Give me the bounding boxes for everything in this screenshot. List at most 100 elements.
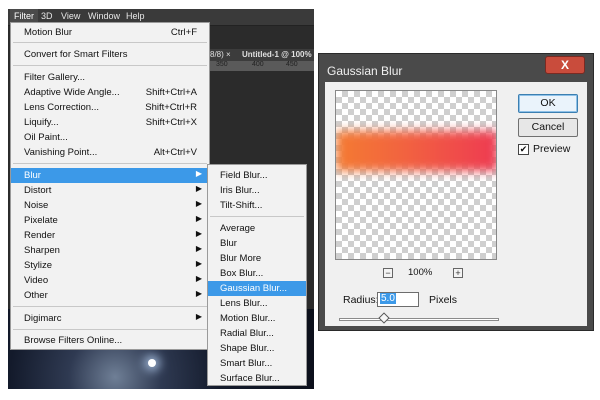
ruler-tick: 350 [216, 61, 228, 68]
submenu-item-tilt-shift[interactable]: Tilt-Shift... [208, 198, 306, 213]
horizontal-ruler: 350 400 450 [208, 61, 314, 71]
menu-item-video[interactable]: Video ▶ [11, 273, 209, 288]
submenu-item-lens-blur[interactable]: Lens Blur... [208, 296, 306, 311]
menu-item-browse-filters-online[interactable]: Browse Filters Online... [11, 333, 209, 348]
menu-item-blur[interactable]: Blur ▶ [11, 168, 209, 183]
menu-item-label: Radial Blur... [220, 328, 274, 339]
radius-value: 5.0 [380, 293, 396, 304]
filter-preview[interactable] [335, 90, 497, 260]
menu-item-vanishing-point[interactable]: Vanishing Point... Alt+Ctrl+V [11, 145, 209, 160]
submenu-item-radial-blur[interactable]: Radial Blur... [208, 326, 306, 341]
submenu-item-shape-blur[interactable]: Shape Blur... [208, 341, 306, 356]
menu-separator [13, 42, 207, 43]
submenu-item-gaussian-blur[interactable]: Gaussian Blur... [208, 281, 306, 296]
filter-menu: Motion Blur Ctrl+F Convert for Smart Fil… [10, 22, 210, 350]
zoom-in-button[interactable]: + [453, 268, 463, 278]
submenu-item-average[interactable]: Average [208, 221, 306, 236]
menu-item-label: Blur [220, 238, 237, 249]
submenu-arrow-icon: ▶ [195, 259, 202, 268]
submenu-item-blur-more[interactable]: Blur More [208, 251, 306, 266]
menu-view[interactable]: View [61, 11, 80, 21]
menu-item-convert-smart-filters[interactable]: Convert for Smart Filters [11, 47, 209, 62]
radius-slider[interactable] [339, 312, 499, 324]
submenu-arrow-icon: ▶ [195, 169, 202, 178]
menu-item-shortcut: Alt+Ctrl+V [153, 147, 197, 158]
menu-separator [13, 163, 207, 164]
radius-row: Radius: 5.0 Pixels [343, 292, 483, 308]
menu-item-stylize[interactable]: Stylize ▶ [11, 258, 209, 273]
preview-zoom-controls: − 100% + [383, 267, 463, 280]
submenu-item-iris-blur[interactable]: Iris Blur... [208, 183, 306, 198]
submenu-item-field-blur[interactable]: Field Blur... [208, 168, 306, 183]
menu-item-label: Gaussian Blur... [220, 283, 288, 294]
submenu-arrow-icon: ▶ [195, 244, 202, 253]
menu-item-label: Noise [24, 200, 49, 211]
menu-item-shortcut: Shift+Ctrl+A [145, 87, 197, 98]
menu-window[interactable]: Window [88, 11, 120, 21]
menu-item-digimarc[interactable]: Digimarc ▶ [11, 311, 209, 326]
gaussian-blur-dialog: Gaussian Blur X − 100% + OK Cancel ✔ Pre… [318, 53, 594, 331]
submenu-item-blur[interactable]: Blur [208, 236, 306, 251]
menu-item-oil-paint[interactable]: Oil Paint... [11, 130, 209, 145]
radius-label: Radius: [343, 294, 379, 306]
menu-item-adaptive-wide-angle[interactable]: Adaptive Wide Angle... Shift+Ctrl+A [11, 85, 209, 100]
submenu-item-smart-blur[interactable]: Smart Blur... [208, 356, 306, 371]
slider-track [339, 318, 499, 321]
menu-item-render[interactable]: Render ▶ [11, 228, 209, 243]
menu-item-last-filter[interactable]: Motion Blur Ctrl+F [11, 25, 209, 40]
ok-button[interactable]: OK [518, 94, 578, 113]
menu-item-sharpen[interactable]: Sharpen ▶ [11, 243, 209, 258]
menu-item-label: Oil Paint... [24, 132, 68, 143]
document-tabs: 8/8) × Untitled-1 @ 100% [208, 49, 314, 61]
menu-item-label: Tilt-Shift... [220, 200, 263, 211]
cancel-button[interactable]: Cancel [518, 118, 578, 137]
menu-item-label: Motion Blur [24, 27, 73, 38]
menu-item-label: Pixelate [24, 215, 58, 226]
menu-item-label: Field Blur... [220, 170, 268, 181]
menu-item-lens-correction[interactable]: Lens Correction... Shift+Ctrl+R [11, 100, 209, 115]
menu-item-liquify[interactable]: Liquify... Shift+Ctrl+X [11, 115, 209, 130]
preview-checkbox-label: Preview [533, 143, 571, 155]
menu-item-label: Surface Blur... [220, 373, 280, 384]
zoom-out-button[interactable]: − [383, 268, 393, 278]
submenu-arrow-icon: ▶ [195, 199, 202, 208]
submenu-arrow-icon: ▶ [195, 214, 202, 223]
menu-item-label: Render [24, 230, 56, 241]
submenu-item-surface-blur[interactable]: Surface Blur... [208, 371, 306, 386]
menu-item-filter-gallery[interactable]: Filter Gallery... [11, 70, 209, 85]
preview-checkbox[interactable]: ✔ [518, 144, 529, 155]
menu-item-label: Lens Correction... [24, 102, 99, 113]
submenu-item-motion-blur[interactable]: Motion Blur... [208, 311, 306, 326]
menu-item-distort[interactable]: Distort ▶ [11, 183, 209, 198]
slider-thumb[interactable] [378, 312, 390, 324]
menu-item-label: Blur [24, 170, 41, 181]
zoom-level: 100% [408, 267, 433, 278]
submenu-item-box-blur[interactable]: Box Blur... [208, 266, 306, 281]
submenu-arrow-icon: ▶ [195, 229, 202, 238]
menu-3d[interactable]: 3D [41, 11, 53, 21]
checkmark-icon: ✔ [519, 144, 528, 154]
menu-item-shortcut: Shift+Ctrl+R [145, 102, 197, 113]
menu-item-other[interactable]: Other ▶ [11, 288, 209, 303]
ruler-tick: 400 [252, 61, 264, 68]
minus-icon: − [385, 268, 391, 278]
menu-item-label: Shape Blur... [220, 343, 275, 354]
dialog-body: − 100% + OK Cancel ✔ Preview Radius: 5.0… [325, 82, 587, 326]
ruler-tick: 450 [286, 61, 298, 68]
close-button[interactable]: X [545, 56, 585, 74]
radius-unit-label: Pixels [429, 294, 458, 306]
menu-item-label: Filter Gallery... [24, 72, 86, 83]
menu-help[interactable]: Help [126, 11, 145, 21]
menu-item-shortcut: Ctrl+F [170, 27, 197, 38]
menu-item-label: Stylize [24, 260, 52, 271]
menu-item-noise[interactable]: Noise ▶ [11, 198, 209, 213]
menu-item-label: Lens Blur... [220, 298, 268, 309]
doc-tab-active[interactable]: Untitled-1 @ 100% [242, 50, 312, 59]
menu-item-label: Adaptive Wide Angle... [24, 87, 120, 98]
menu-item-pixelate[interactable]: Pixelate ▶ [11, 213, 209, 228]
radius-input[interactable]: 5.0 [377, 292, 419, 307]
doc-tab-previous[interactable]: 8/8) × [210, 50, 231, 59]
menu-item-label: Browse Filters Online... [24, 335, 123, 346]
menu-item-label: Box Blur... [220, 268, 264, 279]
menu-separator [13, 65, 207, 66]
